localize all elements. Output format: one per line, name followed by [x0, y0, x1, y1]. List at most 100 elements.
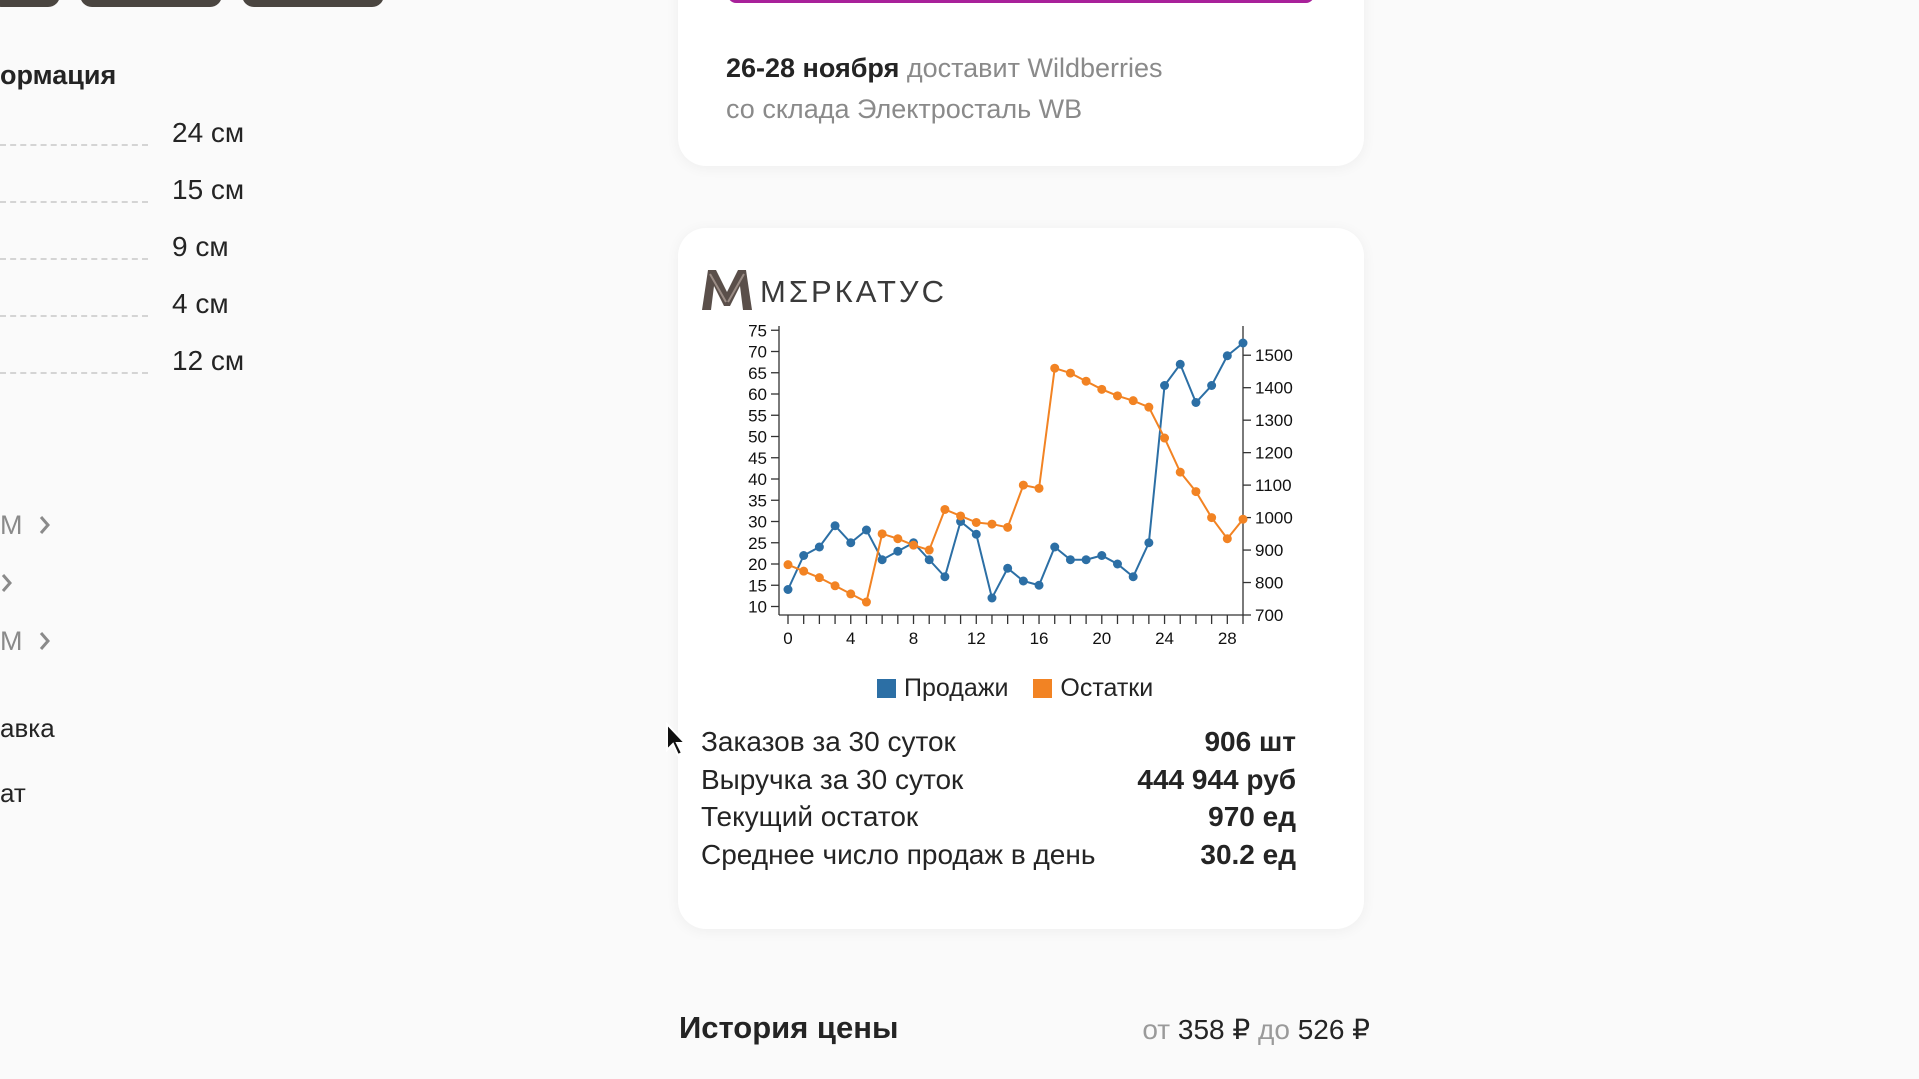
spec-row: 9 см [0, 231, 560, 271]
side-link-label: М [0, 626, 23, 656]
stat-value: 906 шт [1204, 726, 1296, 757]
legend-label-sales: Продажи [904, 674, 1009, 702]
sales-stock-chart: 1015202530354045505560657075700800900100… [748, 321, 1293, 648]
y-left-tick-label: 30 [748, 513, 767, 532]
y-left-tick-label: 50 [748, 428, 767, 447]
delivery-date: 26-28 ноября [726, 53, 900, 83]
gallery-thumbnail[interactable] [0, 0, 60, 7]
stat-label: Выручка за 30 суток [701, 764, 964, 795]
stat-row: Текущий остаток 970 ед [701, 801, 1296, 835]
stat-label: Текущий остаток [701, 801, 919, 832]
price-from-word: от [1142, 1014, 1171, 1045]
y-right-tick-label: 1500 [1255, 346, 1293, 365]
stat-row: Среднее число продаж в день 30.2 ед [701, 839, 1296, 873]
data-point-sales [1191, 398, 1201, 407]
data-point-sales [1050, 542, 1060, 552]
legend-item-sales: Продажи [877, 674, 1008, 702]
data-point-stock [861, 597, 871, 607]
series-line-stock [787, 366, 1244, 604]
legend-label-stock: Остатки [1060, 674, 1154, 702]
y-left-tick-label: 65 [748, 364, 767, 383]
data-point-sales [783, 585, 793, 594]
data-point-sales [1018, 576, 1028, 586]
gallery-thumbnail[interactable] [242, 0, 384, 7]
y-left-tick-label: 75 [748, 321, 767, 340]
data-point-stock [1222, 534, 1232, 544]
data-point-stock [909, 540, 919, 550]
data-point-sales [1081, 555, 1091, 565]
add-to-cart-button[interactable] [728, 0, 1314, 3]
side-link[interactable]: М [0, 510, 52, 541]
info-section-title: ормация [0, 60, 117, 90]
delivery-warehouse: со склада Электросталь WB [726, 94, 1083, 124]
x-tick-label: 20 [1092, 629, 1111, 648]
data-point-stock [1097, 384, 1107, 394]
legend-swatch-stock [1033, 679, 1053, 698]
y-right-tick-label: 1100 [1255, 476, 1292, 495]
side-link[interactable]: М [0, 626, 52, 657]
y-right-tick-label: 1000 [1255, 509, 1293, 528]
data-point-sales [1065, 555, 1075, 565]
stat-value: 30.2 ед [1200, 839, 1296, 870]
y-left-tick-label: 35 [748, 491, 767, 510]
data-point-sales [1238, 338, 1248, 348]
data-point-sales [1128, 572, 1138, 582]
legend-item-stock: Остатки [1033, 674, 1153, 702]
spec-row: 12 см [0, 345, 560, 385]
data-point-stock [877, 529, 887, 539]
delivery-info: 26-28 ноября доставит Wildberries со скл… [726, 48, 1163, 130]
side-item[interactable]: авка [0, 713, 55, 744]
side-item[interactable]: ат [0, 778, 26, 809]
spec-row: 24 см [0, 117, 560, 157]
data-point-sales [830, 521, 840, 531]
data-point-sales [814, 542, 824, 552]
data-point-sales [1034, 580, 1044, 590]
data-point-sales [940, 572, 950, 582]
chevron-right-icon [1, 574, 12, 592]
x-tick-label: 28 [1218, 629, 1237, 648]
stat-label: Среднее число продаж в день [701, 839, 1096, 870]
data-point-stock [1160, 433, 1170, 443]
y-left-tick-label: 40 [748, 470, 767, 489]
data-point-stock [1065, 368, 1075, 378]
y-left-tick-label: 10 [748, 598, 767, 617]
data-point-stock [1034, 483, 1044, 493]
spec-leader-dots [0, 258, 148, 260]
data-point-sales [1175, 359, 1185, 369]
price-history-title: История цены [679, 1010, 899, 1045]
y-left-tick-label: 20 [748, 555, 767, 574]
price-max: 526 ₽ [1297, 1014, 1370, 1045]
data-point-stock [940, 504, 950, 514]
data-point-stock [1050, 363, 1060, 373]
mercatus-logo-icon [702, 270, 752, 310]
data-point-stock [956, 511, 966, 521]
spec-leader-dots [0, 144, 148, 146]
data-point-sales [1222, 351, 1232, 361]
data-point-sales [987, 593, 997, 603]
x-tick-label: 4 [846, 629, 855, 648]
y-right-tick-label: 1300 [1255, 411, 1293, 430]
data-point-sales [1112, 559, 1122, 569]
spec-value: 9 см [172, 231, 229, 262]
mouse-cursor-icon [666, 722, 688, 757]
side-link[interactable] [0, 568, 14, 599]
data-point-sales [971, 529, 981, 539]
x-tick-label: 8 [909, 629, 918, 648]
chevron-right-icon [39, 516, 51, 534]
gallery-thumbnail[interactable] [80, 0, 222, 7]
data-point-sales [924, 555, 934, 565]
spec-value: 4 см [172, 288, 229, 319]
data-point-stock [814, 573, 824, 583]
data-point-sales [1144, 538, 1154, 548]
data-point-sales [1097, 551, 1107, 560]
chart-legend: Продажи Остатки [877, 674, 1153, 703]
data-point-sales [799, 551, 809, 560]
spec-leader-dots [0, 315, 148, 317]
series-line-sales [787, 342, 1244, 601]
y-left-tick-label: 55 [748, 406, 767, 425]
stat-row: Заказов за 30 суток 906 шт [701, 726, 1296, 760]
y-right-tick-label: 900 [1255, 541, 1283, 560]
y-right-tick-label: 700 [1255, 606, 1283, 625]
data-point-stock [846, 589, 856, 599]
data-point-stock [783, 560, 793, 570]
